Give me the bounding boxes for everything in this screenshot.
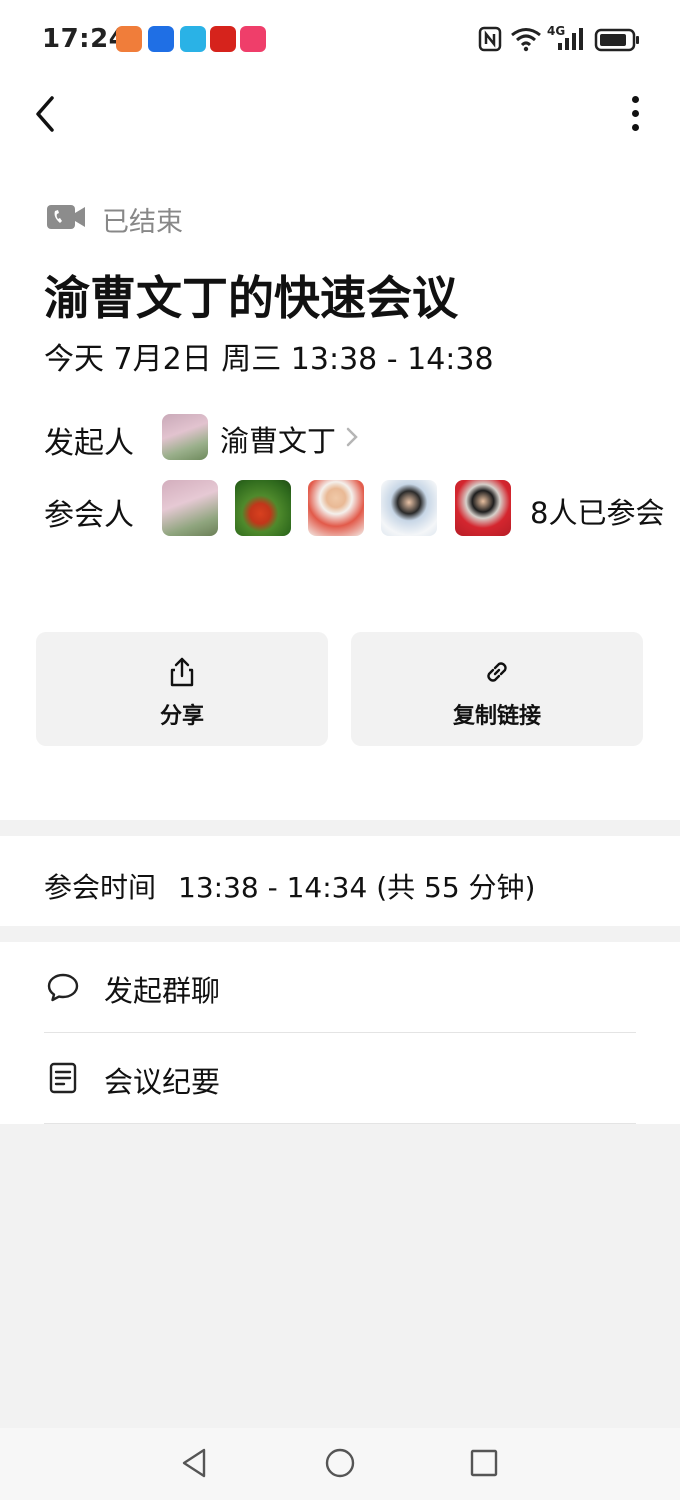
participant-avatar[interactable] <box>381 480 437 536</box>
news-icon <box>210 26 236 52</box>
status-bar: 17:24 4G <box>0 0 680 80</box>
attendance-row: 参会时间 13:38 - 14:34 (共 55 分钟) <box>44 866 535 906</box>
signal-icon <box>558 28 583 50</box>
participant-avatar[interactable] <box>235 480 291 536</box>
wifi-icon <box>511 28 541 52</box>
home-circle-icon[interactable] <box>323 1446 357 1480</box>
taobao-icon <box>116 26 142 52</box>
chat-bubble-icon <box>47 973 79 1002</box>
nfc-icon <box>478 26 502 52</box>
status-text: 已结束 <box>102 207 183 238</box>
copy-link-button[interactable]: 复制链接 <box>351 632 643 746</box>
attendance-value: 13:38 - 14:34 (共 55 分钟) <box>178 871 536 904</box>
meeting-notes-item[interactable]: 会议纪要 <box>0 1033 680 1123</box>
chevron-left-icon[interactable] <box>28 92 68 136</box>
participant-avatar[interactable] <box>162 480 218 536</box>
video-icon <box>240 26 266 52</box>
start-group-chat-label: 发起群聊 <box>104 974 221 1008</box>
document-icon <box>49 1062 77 1094</box>
video-camera-icon <box>47 205 85 229</box>
participant-avatar[interactable] <box>455 480 511 536</box>
host-label: 发起人 <box>44 426 134 461</box>
participants-label: 参会人 <box>44 498 134 533</box>
more-vertical-icon[interactable] <box>618 92 652 136</box>
meeting-datetime: 今天 7月2日 周三 13:38 - 14:38 <box>44 342 494 377</box>
host-name[interactable]: 渝曹文丁 <box>220 418 336 460</box>
menu-divider <box>44 1123 636 1124</box>
copy-link-label: 复制链接 <box>452 704 541 729</box>
book-icon <box>180 26 206 52</box>
recents-square-icon[interactable] <box>467 1446 501 1480</box>
host-avatar[interactable] <box>162 414 208 460</box>
back-triangle-icon[interactable] <box>178 1446 212 1480</box>
attendance-label: 参会时间 <box>44 871 157 904</box>
qq-icon <box>148 26 174 52</box>
start-group-chat-item[interactable]: 发起群聊 <box>0 942 680 1032</box>
share-label: 分享 <box>159 704 204 729</box>
battery-icon <box>594 28 639 52</box>
link-icon <box>487 662 507 682</box>
share-button[interactable]: 分享 <box>36 632 328 746</box>
system-navigation-bar <box>0 1428 680 1500</box>
meeting-notes-label: 会议纪要 <box>104 1065 221 1099</box>
share-icon <box>170 657 194 687</box>
page-title: 渝曹文丁的快速会议 <box>44 271 458 325</box>
participant-avatar[interactable] <box>308 480 364 536</box>
chevron-right-icon[interactable] <box>342 424 362 450</box>
participants-count[interactable]: 8人已参会 <box>530 490 664 532</box>
status-time: 17:24 <box>42 24 128 54</box>
